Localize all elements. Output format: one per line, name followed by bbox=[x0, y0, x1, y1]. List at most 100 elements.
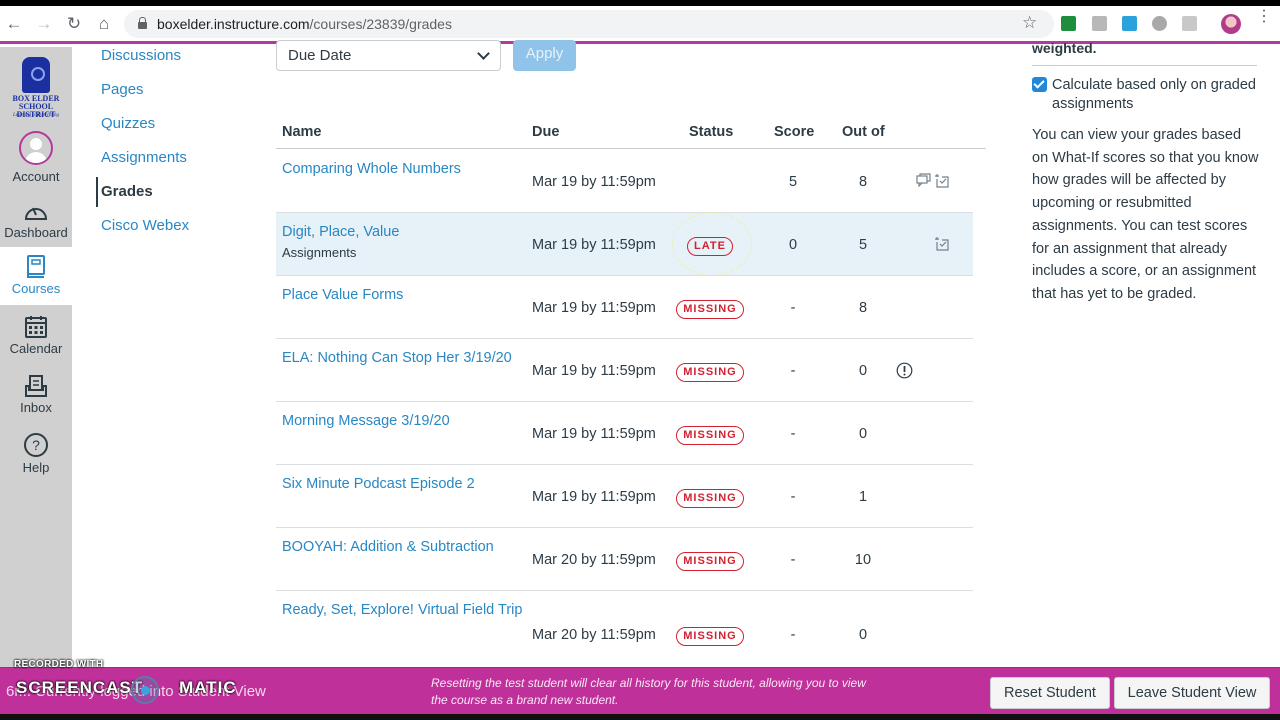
score-value[interactable]: - bbox=[773, 363, 813, 379]
table-row: Ready, Set, Explore! Virtual Field Trip M… bbox=[276, 591, 973, 669]
table-row: Six Minute Podcast Episode 2 Mar 19 by 11… bbox=[276, 465, 973, 528]
score-value[interactable]: 0 bbox=[773, 237, 813, 253]
global-nav-label: Account bbox=[12, 169, 60, 184]
global-nav-label: Calendar bbox=[9, 341, 63, 356]
out-of-value: 8 bbox=[858, 300, 868, 316]
svg-text:?: ? bbox=[32, 437, 40, 453]
watermark-screencast: SCREENCAST MATIC bbox=[16, 678, 237, 698]
status-badge: MISSING bbox=[676, 489, 744, 508]
global-nav-label: Help bbox=[22, 460, 50, 475]
weighted-text: weighted. bbox=[1032, 40, 1097, 56]
reload-icon[interactable]: ↻ bbox=[64, 14, 84, 34]
due-date: Mar 19 by 11:59pm bbox=[532, 300, 656, 316]
bookmark-star-icon[interactable]: ☆ bbox=[1022, 13, 1037, 33]
course-nav-quizzes[interactable]: Quizzes bbox=[101, 115, 155, 132]
assignment-group: Assignments bbox=[282, 245, 357, 260]
assignment-name-link[interactable]: BOOYAH: Addition & Subtraction bbox=[282, 538, 527, 557]
watermark-line3: MATIC bbox=[179, 678, 237, 697]
global-nav-account[interactable]: Account bbox=[0, 131, 72, 184]
sort-selected-value: Due Date bbox=[288, 47, 352, 64]
window-top-strip bbox=[0, 0, 1280, 6]
chevron-down-icon bbox=[477, 47, 490, 60]
google-classroom-extension-icon[interactable] bbox=[1061, 16, 1076, 31]
status-badge: MISSING bbox=[676, 552, 744, 571]
course-nav-assignments[interactable]: Assignments bbox=[101, 149, 187, 166]
leave-student-view-button[interactable]: Leave Student View bbox=[1114, 677, 1270, 709]
out-of-value: 0 bbox=[858, 363, 868, 379]
global-nav-label: Courses bbox=[11, 281, 61, 296]
header-due: Due bbox=[532, 124, 560, 140]
global-nav-label: Dashboard bbox=[4, 225, 68, 240]
due-date: Mar 19 by 11:59pm bbox=[532, 237, 656, 253]
assignment-name-link[interactable]: Place Value Forms bbox=[282, 286, 527, 305]
header-out-of: Out of bbox=[842, 124, 885, 140]
table-row: Digit, Place, Value Assignments Mar 19 by … bbox=[276, 213, 973, 276]
global-nav-inbox[interactable]: Inbox bbox=[0, 374, 72, 415]
score-value[interactable]: - bbox=[773, 552, 813, 568]
rubric-icon[interactable] bbox=[934, 173, 949, 188]
warning-exclamation-icon[interactable] bbox=[896, 362, 913, 379]
puzzle-extension-icon[interactable] bbox=[1092, 16, 1107, 31]
train-logo-icon bbox=[22, 57, 50, 93]
inbox-icon bbox=[25, 375, 47, 397]
due-date: Mar 19 by 11:59pm bbox=[532, 174, 656, 190]
window-bottom-strip bbox=[0, 714, 1280, 720]
score-value[interactable]: 5 bbox=[773, 174, 813, 190]
url-text: boxelder.instructure.com/courses/23839/g… bbox=[157, 16, 452, 32]
score-value[interactable]: - bbox=[773, 627, 813, 643]
due-date: Mar 20 by 11:59pm bbox=[532, 627, 656, 643]
assignment-name-link[interactable]: Digit, Place, Value bbox=[282, 223, 527, 242]
graded-only-label[interactable]: Calculate based only on graded assignmen… bbox=[1052, 76, 1262, 114]
student-view-message: Resetting the test student will clear al… bbox=[431, 676, 866, 707]
district-logo[interactable]: BOX ELDER SCHOOL DISTRICT Learning is Eve… bbox=[5, 51, 67, 125]
status-badge: MISSING bbox=[676, 363, 744, 382]
course-nav-pages[interactable]: Pages bbox=[101, 81, 144, 98]
w-extension-icon[interactable] bbox=[1182, 16, 1197, 31]
status-badge: MISSING bbox=[676, 627, 744, 646]
apply-button[interactable]: Apply bbox=[513, 40, 576, 71]
back-icon[interactable]: ← bbox=[4, 14, 24, 34]
assignment-name-link[interactable]: Comparing Whole Numbers bbox=[282, 160, 527, 179]
score-value[interactable]: - bbox=[773, 489, 813, 505]
sort-by-select[interactable]: Due Date bbox=[276, 40, 501, 71]
table-row: BOOYAH: Addition & Subtraction Mar 20 by … bbox=[276, 528, 973, 591]
due-date: Mar 19 by 11:59pm bbox=[532, 426, 656, 442]
header-name: Name bbox=[282, 124, 322, 140]
assignment-name-link[interactable]: Morning Message 3/19/20 bbox=[282, 412, 527, 431]
courses-book-icon bbox=[27, 255, 45, 278]
gray-extension-icon[interactable] bbox=[1152, 16, 1167, 31]
global-nav: BOX ELDER SCHOOL DISTRICT Learning is Eve… bbox=[0, 47, 72, 667]
assignment-name-link[interactable]: Ready, Set, Explore! Virtual Field Trip bbox=[282, 601, 527, 620]
address-bar[interactable]: boxelder.instructure.com/courses/23839/g… bbox=[124, 10, 1054, 38]
course-nav-cisco-webex[interactable]: Cisco Webex bbox=[101, 217, 189, 234]
score-value[interactable]: - bbox=[773, 426, 813, 442]
profile-avatar[interactable] bbox=[1221, 14, 1241, 34]
status-badge: LATE bbox=[687, 237, 733, 256]
url-path: /courses/23839/grades bbox=[309, 16, 452, 32]
rubric-icon[interactable] bbox=[934, 236, 949, 251]
graded-only-checkbox[interactable] bbox=[1032, 77, 1047, 92]
global-nav-help[interactable]: ? Help bbox=[0, 432, 72, 475]
score-value[interactable]: - bbox=[773, 300, 813, 316]
cloud-extension-icon[interactable] bbox=[1122, 16, 1137, 31]
status-cell: MISSING bbox=[675, 362, 745, 382]
out-of-value: 5 bbox=[858, 237, 868, 253]
global-nav-courses[interactable]: Courses bbox=[0, 247, 72, 305]
active-nav-indicator bbox=[96, 177, 98, 207]
comments-icon[interactable] bbox=[916, 173, 932, 187]
user-avatar-icon bbox=[19, 131, 53, 165]
watermark-line2: SCREENCAST bbox=[16, 678, 144, 697]
course-nav-discussions[interactable]: Discussions bbox=[101, 47, 181, 64]
assignment-name-link[interactable]: ELA: Nothing Can Stop Her 3/19/20 bbox=[282, 349, 527, 368]
out-of-value: 0 bbox=[858, 426, 868, 442]
assignment-name-link[interactable]: Six Minute Podcast Episode 2 bbox=[282, 475, 527, 494]
browser-menu-icon[interactable]: ⋮ bbox=[1256, 9, 1272, 25]
reset-student-button[interactable]: Reset Student bbox=[990, 677, 1110, 709]
home-icon[interactable]: ⌂ bbox=[94, 14, 114, 34]
table-row: Comparing Whole Numbers Mar 19 by 11:59pm… bbox=[276, 150, 973, 213]
course-nav-grades[interactable]: Grades bbox=[101, 183, 153, 200]
global-nav-dashboard[interactable]: Dashboard bbox=[0, 201, 72, 240]
forward-icon[interactable]: → bbox=[34, 14, 54, 34]
global-nav-calendar[interactable]: Calendar bbox=[0, 315, 72, 356]
header-status: Status bbox=[689, 124, 734, 140]
